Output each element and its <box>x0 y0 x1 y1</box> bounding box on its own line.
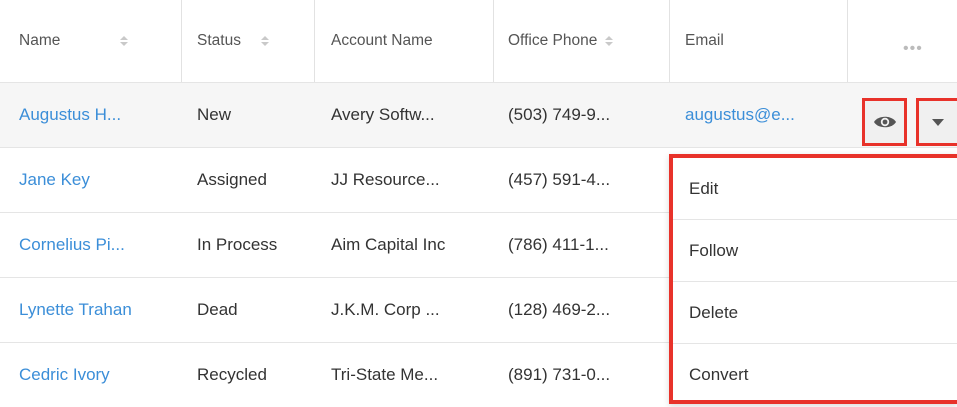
account-name-cell: JJ Resource... <box>331 170 440 189</box>
office-phone-cell: (786) 411-1... <box>508 235 609 254</box>
status-cell: New <box>197 105 232 124</box>
column-header-status[interactable]: Status <box>197 0 269 82</box>
office-phone-cell: (891) 731-0... <box>508 365 611 384</box>
status-cell: Recycled <box>197 365 267 384</box>
status-cell: Assigned <box>197 170 267 189</box>
record-name-link[interactable]: Jane Key <box>19 148 90 212</box>
eye-icon <box>873 116 896 128</box>
table-header: Name Status Account Name Office Phone Em… <box>0 0 957 83</box>
preview-button[interactable] <box>862 98 907 146</box>
sort-icon[interactable] <box>120 36 129 46</box>
office-phone-cell: (457) 591-4... <box>508 170 611 189</box>
record-name-link[interactable]: Cedric Ivory <box>19 343 110 407</box>
status-cell: Dead <box>197 300 238 319</box>
account-name-cell: Aim Capital Inc <box>331 235 446 254</box>
caret-down-icon <box>932 118 944 126</box>
row-actions-menu: Edit Follow Delete Convert <box>669 154 957 404</box>
sort-icon[interactable] <box>605 36 614 46</box>
menu-item-follow[interactable]: Follow <box>673 220 957 282</box>
table-row: Augustus H... New Avery Softw... (503) 7… <box>0 83 957 148</box>
column-header-email[interactable]: Email <box>685 0 724 82</box>
sort-icon[interactable] <box>260 36 269 46</box>
account-name-cell: Tri-State Me... <box>331 365 439 384</box>
menu-item-convert[interactable]: Convert <box>673 344 957 406</box>
record-name-link[interactable]: Augustus H... <box>19 83 121 147</box>
column-header-account-name[interactable]: Account Name <box>331 0 433 82</box>
menu-item-edit[interactable]: Edit <box>673 158 957 220</box>
email-link[interactable]: augustus@e... <box>685 83 795 147</box>
column-header-office-phone[interactable]: Office Phone <box>508 0 614 82</box>
account-name-cell: J.K.M. Corp ... <box>331 300 440 319</box>
record-name-link[interactable]: Lynette Trahan <box>19 278 132 342</box>
row-actions-dropdown-button[interactable] <box>916 98 957 146</box>
office-phone-cell: (503) 749-9... <box>508 105 611 124</box>
status-cell: In Process <box>197 235 278 254</box>
account-name-cell: Avery Softw... <box>331 105 435 124</box>
record-name-link[interactable]: Cornelius Pi... <box>19 213 125 277</box>
column-header-name[interactable]: Name <box>19 0 129 82</box>
office-phone-cell: (128) 469-2... <box>508 300 611 319</box>
menu-item-delete[interactable]: Delete <box>673 282 957 344</box>
more-columns-icon[interactable]: ••• <box>903 40 923 58</box>
